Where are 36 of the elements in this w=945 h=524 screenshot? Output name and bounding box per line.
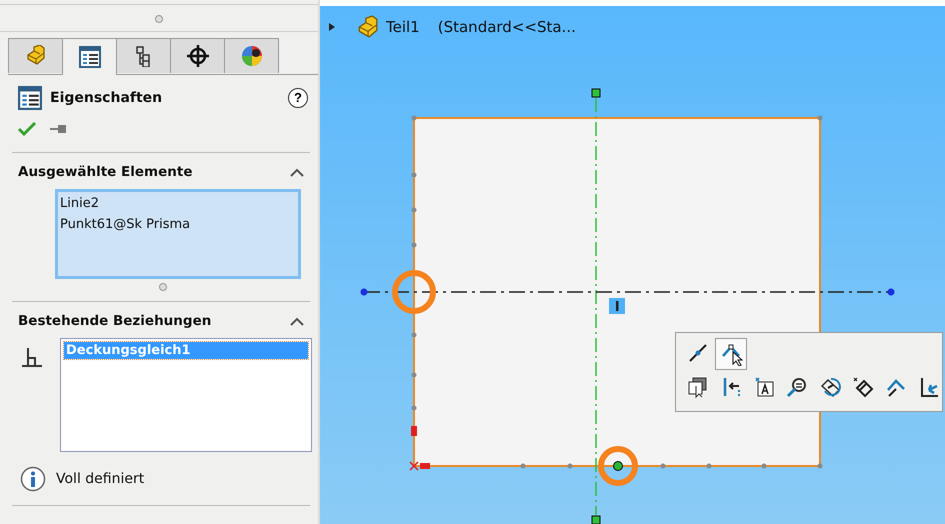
centerline-endpoint[interactable] [592, 88, 600, 98]
configuration-name: (Standard<<Sta... [438, 18, 576, 36]
line-endpoint[interactable] [888, 288, 894, 296]
expand-arrow-icon [328, 22, 336, 32]
color-ball-icon [240, 45, 262, 67]
section-title: Bestehende Beziehungen [18, 313, 212, 329]
highlight-ring [392, 270, 436, 314]
panel-tab[interactable] [224, 38, 279, 73]
angle-icon[interactable] [715, 338, 747, 370]
resize-grip[interactable] [159, 283, 167, 291]
list-item[interactable]: Punkt61@Sk Prisma [60, 214, 296, 235]
cube-icon [24, 45, 46, 67]
resize-grip[interactable] [155, 15, 163, 23]
part-name[interactable]: Teil1 [386, 18, 420, 36]
status-text: Voll definiert [56, 471, 144, 487]
sketch-point[interactable] [613, 461, 623, 471]
panel-title: Eigenschaften [50, 90, 164, 106]
help-button[interactable]: ? [288, 88, 308, 108]
panel-tab[interactable] [116, 38, 171, 73]
ok-check-icon [18, 122, 36, 136]
section-title: Ausgewählte Elemente [18, 164, 192, 180]
panel-tab[interactable] [170, 38, 225, 73]
list-item[interactable]: Linie2 [60, 193, 296, 214]
property-list-icon [78, 46, 100, 68]
centerline-endpoint[interactable] [592, 516, 600, 524]
crosshair-icon [186, 45, 208, 67]
line-endpoint[interactable] [360, 288, 368, 296]
origin-mark [409, 426, 430, 471]
highlight-ring [598, 446, 638, 486]
pin-icon [50, 124, 68, 134]
panel-tab[interactable] [62, 38, 117, 75]
coincident-relation-icon [20, 346, 44, 368]
vertical-relation-icon [609, 298, 625, 314]
info-icon [20, 466, 46, 492]
property-list-icon [18, 86, 42, 110]
selection-list[interactable]: Linie2 Punkt61@Sk Prisma [55, 189, 301, 279]
